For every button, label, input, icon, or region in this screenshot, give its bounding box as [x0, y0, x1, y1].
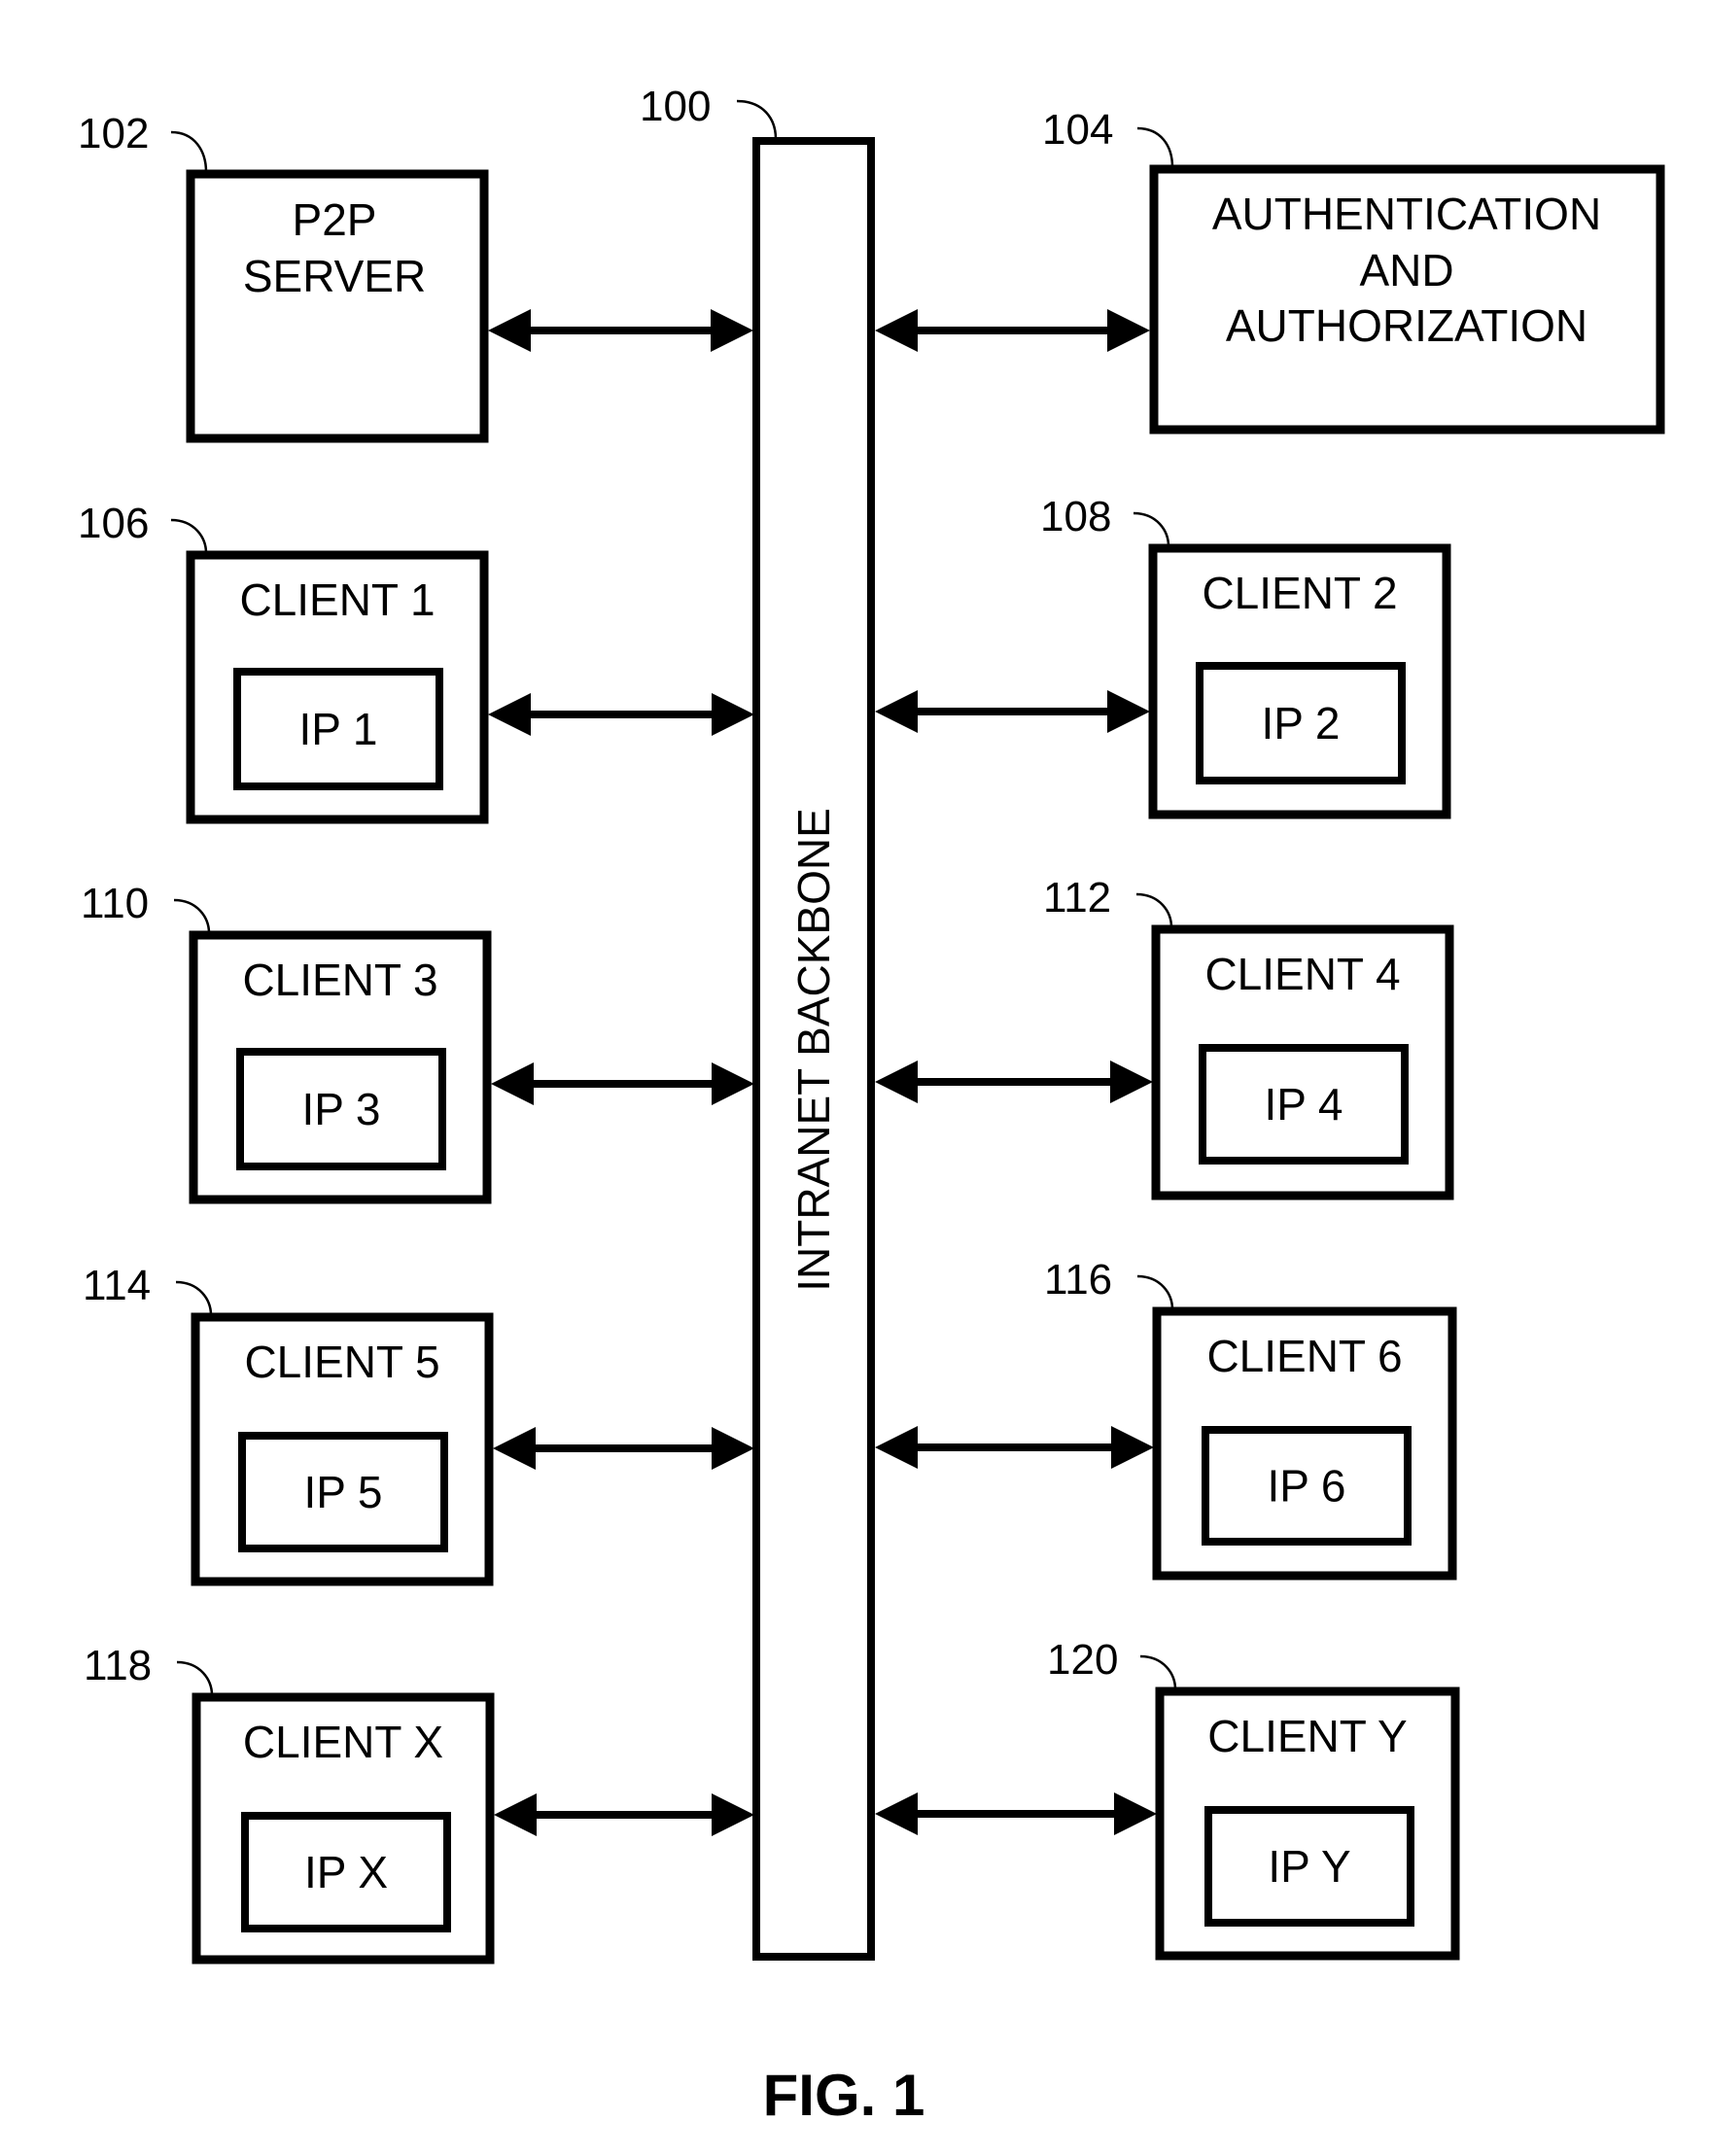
arrow-head-right-icon [712, 1062, 754, 1105]
client-leader-line [173, 898, 211, 934]
arrow-head-right-icon [1111, 1426, 1154, 1469]
bidirectional-arrow [875, 309, 1150, 352]
bidirectional-arrow [875, 1792, 1157, 1835]
auth-label-line2: AND [1359, 245, 1453, 296]
client-ref: 112 [1043, 874, 1111, 922]
client-ref: 114 [83, 1262, 151, 1309]
arrow-head-left-icon [488, 693, 531, 736]
ip-label: IP 1 [299, 704, 378, 754]
client-name: CLIENT 4 [1204, 949, 1400, 999]
ip-label: IP 5 [304, 1467, 383, 1517]
bidirectional-arrow [488, 693, 754, 736]
auth-ref: 104 [1042, 106, 1113, 154]
bidirectional-arrow [493, 1427, 754, 1470]
p2p-server-ref: 102 [78, 110, 149, 157]
bidirectional-arrow [494, 1793, 754, 1836]
ip-label: IP 6 [1268, 1461, 1346, 1512]
arrow-head-right-icon [712, 1793, 754, 1836]
backbone-label: INTRANET BACKBONE [788, 808, 839, 1292]
arrow-head-right-icon [1110, 1061, 1153, 1103]
p2p-server-block: P2P SERVER 102 [78, 110, 489, 443]
client-ref: 108 [1040, 493, 1111, 540]
client-ref: 118 [84, 1642, 152, 1689]
client-ref: 110 [81, 880, 149, 927]
client-name: CLIENT X [243, 1717, 443, 1767]
arrow-head-right-icon [1107, 690, 1150, 733]
client-ref: 116 [1044, 1256, 1112, 1304]
arrow-head-left-icon [875, 1061, 918, 1103]
client-leader-line [170, 518, 208, 554]
client-ref: 120 [1047, 1636, 1118, 1684]
auth-leader-line [1136, 126, 1174, 168]
client-block: CLIENT Y IP Y 120 [1047, 1636, 1460, 1961]
arrow-head-right-icon [1114, 1792, 1157, 1835]
client-leader-line [1136, 1274, 1174, 1310]
client-block: CLIENT 5 IP 5 114 [83, 1262, 494, 1586]
client-leader-line [1135, 892, 1173, 928]
client-block: CLIENT 2 IP 2 108 [1040, 493, 1451, 819]
client-name: CLIENT 2 [1202, 568, 1397, 618]
client-block: CLIENT 3 IP 3 110 [81, 880, 492, 1204]
arrow-head-left-icon [875, 690, 918, 733]
auth-label-line3: AUTHORIZATION [1226, 300, 1587, 351]
ip-label: IP 4 [1265, 1079, 1343, 1130]
client-block: CLIENT 4 IP 4 112 [1043, 874, 1454, 1200]
arrow-head-left-icon [488, 309, 531, 352]
arrow-head-left-icon [875, 1426, 918, 1469]
auth-block: AUTHENTICATION AND AUTHORIZATION 104 [1042, 106, 1665, 435]
client-block: CLIENT 6 IP 6 116 [1044, 1256, 1457, 1581]
network-diagram: INTRANET BACKBONE 100 P2P SERVER 102 AUT… [78, 83, 1665, 2128]
p2p-server-label-line2: SERVER [243, 251, 426, 301]
p2p-server-leader-line [170, 130, 208, 173]
backbone-leader-line [736, 99, 778, 140]
client-name: CLIENT Y [1207, 1711, 1407, 1761]
client-block: CLIENT 1 IP 1 106 [78, 500, 489, 824]
client-leader-line [1133, 511, 1170, 547]
bidirectional-arrow [491, 1062, 754, 1105]
ip-label: IP Y [1268, 1841, 1350, 1892]
auth-label-line1: AUTHENTICATION [1212, 189, 1601, 239]
client-name: CLIENT 1 [239, 574, 435, 625]
arrow-head-left-icon [491, 1062, 534, 1105]
client-name: CLIENT 3 [242, 955, 437, 1005]
ip-label: IP 2 [1262, 698, 1341, 748]
arrow-head-left-icon [875, 1792, 918, 1835]
ip-label: IP X [304, 1847, 388, 1897]
client-leader-line [176, 1660, 214, 1696]
figure-caption: FIG. 1 [763, 2063, 925, 2128]
arrow-head-left-icon [494, 1793, 537, 1836]
arrow-head-left-icon [493, 1427, 536, 1470]
arrow-head-left-icon [875, 309, 918, 352]
arrow-head-right-icon [1107, 309, 1150, 352]
bidirectional-arrow [488, 309, 753, 352]
client-name: CLIENT 6 [1206, 1331, 1402, 1381]
client-ref: 106 [78, 500, 149, 547]
backbone-ref: 100 [640, 83, 711, 130]
ip-label: IP 3 [302, 1084, 381, 1134]
bidirectional-arrow [875, 1061, 1153, 1103]
bidirectional-arrow [875, 690, 1150, 733]
client-name: CLIENT 5 [244, 1337, 439, 1387]
bidirectional-arrow [875, 1426, 1154, 1469]
arrow-head-right-icon [711, 309, 753, 352]
client-leader-line [175, 1280, 213, 1316]
client-block: CLIENT X IP X 118 [84, 1642, 495, 1965]
client-leader-line [1139, 1654, 1177, 1690]
arrow-head-right-icon [712, 1427, 754, 1470]
p2p-server-label-line1: P2P [293, 194, 377, 245]
intranet-backbone: INTRANET BACKBONE 100 [640, 83, 875, 1961]
arrow-head-right-icon [712, 693, 754, 736]
